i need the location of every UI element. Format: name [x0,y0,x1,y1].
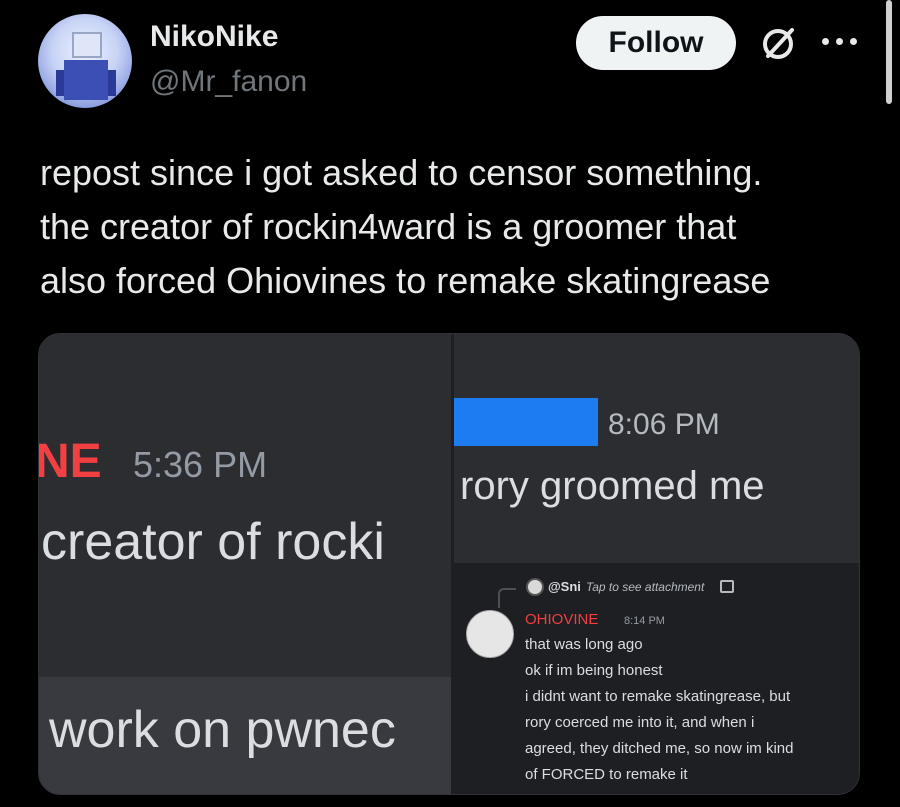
image-icon [720,580,734,593]
message-line: that was long ago [525,636,643,653]
quote-text-fragment: work on pwnec [49,701,396,759]
message-line: agreed, they ditched me, so now im kind [525,740,794,757]
tweet-line: repost since i got asked to censor somet… [40,152,763,193]
scrollbar[interactable] [886,0,892,104]
tweet-text: repost since i got asked to censor somet… [40,146,880,308]
message-avatar [466,610,514,658]
message-text-fragment: creator of rocki [41,513,385,571]
message-line: ok if im being honest [525,662,663,679]
author-handle[interactable]: @Mr_fanon [150,65,307,99]
more-icon[interactable] [822,38,862,48]
reply-user: @Sni [548,579,581,594]
message-line: of FORCED to remake it [525,766,688,783]
message-time: 5:36 PM [133,444,268,485]
message-time: 8:14 PM [624,615,665,627]
screenshot-left[interactable]: NE 5:36 PM creator of rocki work on pwne… [39,334,451,794]
message-body: that was long ago ok if im being honest … [525,632,857,788]
message-line: i didnt want to remake skatingrease, but [525,688,791,705]
discord-author-fragment: NE [39,435,102,488]
message-author: OHIOVINE [525,611,599,628]
author-avatar[interactable] [38,14,132,108]
tweet-line: the creator of rockin4ward is a groomer … [40,206,737,247]
reply-hint: Tap to see attachment [586,580,705,594]
media-collage[interactable]: NE 5:36 PM creator of rocki work on pwne… [38,333,860,795]
message-text: rory groomed me [460,464,765,508]
grok-icon[interactable] [758,22,800,64]
message-line: rory coerced me into it, and when i [525,714,755,731]
tweet-header: NikoNike @Mr_fanon Follow [0,0,900,120]
screenshot-bottom-right[interactable]: @Sni Tap to see attachment OHIOVINE 8:14… [454,566,859,794]
reply-avatar [526,578,544,596]
screenshot-top-right[interactable]: 8:06 PM rory groomed me [454,334,859,563]
message-time: 8:06 PM [608,408,720,441]
reply-connector [498,588,516,608]
author-name[interactable]: NikoNike [150,20,278,54]
censor-bar [454,398,598,446]
tweet-line: also forced Ohiovines to remake skatingr… [40,260,771,301]
follow-button[interactable]: Follow [576,16,736,70]
